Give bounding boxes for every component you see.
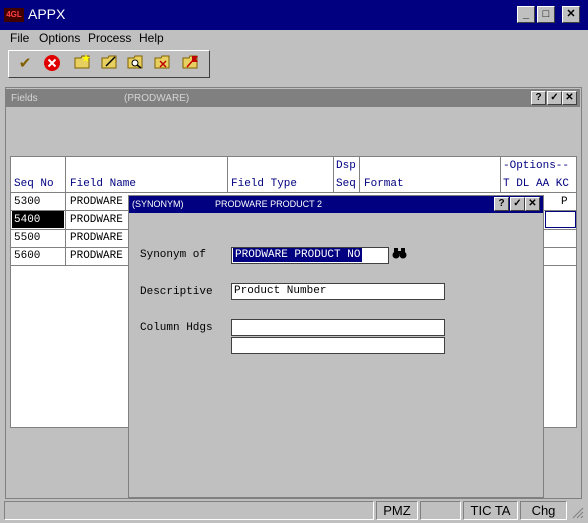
table-row-name[interactable]: PRODWARE: [70, 214, 123, 226]
column-header-seq: Seq: [336, 178, 356, 190]
status-message: [4, 501, 374, 520]
table-row-name[interactable]: PRODWARE: [70, 232, 123, 244]
descriptive-field[interactable]: Product Number: [231, 283, 445, 300]
descriptive-label: Descriptive: [140, 286, 213, 298]
fields-subtitle: (PRODWARE): [124, 93, 190, 104]
maximize-button[interactable]: □: [537, 6, 555, 23]
app-title: APPX: [28, 6, 66, 22]
title-bar: [0, 0, 588, 30]
synonym-of-label: Synonym of: [140, 249, 207, 261]
column-divider: [227, 156, 228, 193]
column-divider: [359, 156, 360, 193]
synonym-title: (SYNONYM): [132, 199, 184, 209]
column-heading-2-field[interactable]: [231, 337, 445, 354]
folder-flag-icon[interactable]: [180, 54, 202, 74]
menu-file[interactable]: File: [10, 31, 29, 45]
help-button[interactable]: ?: [531, 91, 546, 105]
row-divider: [544, 229, 577, 230]
folder-edit-icon[interactable]: [99, 54, 121, 74]
row-divider: [544, 247, 577, 248]
table-row-seq[interactable]: 5500: [14, 232, 40, 244]
column-header-options: -Options--: [503, 160, 570, 172]
column-heading-1-field[interactable]: [231, 319, 445, 336]
minimize-button[interactable]: _: [517, 6, 535, 23]
column-header-dsp: Dsp: [336, 160, 356, 172]
column-header-field-type: Field Type: [231, 178, 298, 190]
column-header-format: Format: [364, 178, 404, 190]
folder-delete-icon[interactable]: [152, 54, 174, 74]
menu-process[interactable]: Process: [88, 31, 131, 45]
synonym-of-value: PRODWARE PRODUCT NO: [233, 248, 363, 262]
status-empty: [420, 501, 461, 520]
status-chg: Chg: [520, 501, 567, 520]
synonym-title-bar: [129, 196, 543, 213]
ok-button[interactable]: ✓: [547, 91, 562, 105]
column-divider: [333, 156, 334, 193]
fields-title-bar: [6, 89, 580, 107]
column-hdgs-label: Column Hdgs: [140, 322, 213, 334]
status-tic-ta: TIC TA: [463, 501, 518, 520]
synonym-help-button[interactable]: ?: [494, 197, 509, 211]
synonym-subtitle: PRODWARE PRODUCT 2: [215, 199, 323, 209]
folder-search-icon[interactable]: [125, 54, 147, 74]
resize-grip-icon[interactable]: [570, 505, 584, 519]
table-row-name[interactable]: PRODWARE: [70, 196, 123, 208]
header-divider: [10, 192, 577, 193]
check-folder-icon[interactable]: ✔: [14, 54, 36, 74]
binoculars-icon[interactable]: [391, 246, 408, 263]
menu-help[interactable]: Help: [139, 31, 164, 45]
kc-focus-cell[interactable]: [545, 211, 576, 228]
appx-logo-icon: 4GL: [4, 8, 24, 22]
row-divider: [544, 265, 577, 266]
row-divider: [10, 265, 130, 266]
row-divider: [10, 229, 130, 230]
synonym-ok-button[interactable]: ✓: [510, 197, 525, 211]
stop-icon[interactable]: [41, 54, 63, 74]
fields-title: Fields: [11, 93, 38, 104]
column-header-seq-no: Seq No: [14, 178, 54, 190]
menu-options[interactable]: Options: [39, 31, 80, 45]
folder-new-icon[interactable]: [72, 54, 94, 74]
table-row-name[interactable]: PRODWARE: [70, 250, 123, 262]
column-header-options-sub: T DL AA KC: [503, 178, 570, 190]
row-divider: [10, 247, 130, 248]
synonym-close-button[interactable]: ✕: [525, 197, 540, 211]
status-pmz: PMZ: [376, 501, 418, 520]
column-divider: [500, 156, 501, 193]
table-row-seq[interactable]: 5600: [14, 250, 40, 262]
table-row-kc[interactable]: P: [561, 196, 568, 208]
table-row-seq[interactable]: 5300: [14, 196, 40, 208]
close-button[interactable]: ✕: [562, 6, 580, 23]
column-divider: [65, 156, 66, 266]
table-row-seq-selected[interactable]: 5400: [14, 214, 40, 226]
column-header-field-name: Field Name: [70, 178, 137, 190]
fields-close-button[interactable]: ✕: [562, 91, 577, 105]
